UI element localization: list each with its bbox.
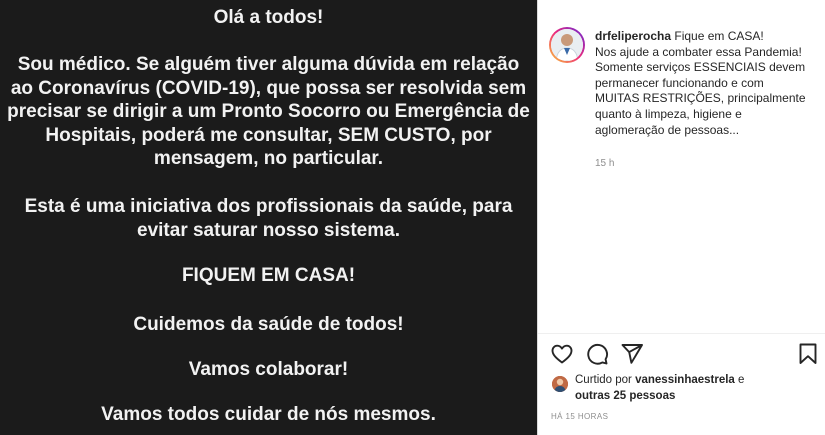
image-line: mensagem, no particular. [153,148,384,169]
avatar[interactable] [549,27,585,63]
divider [538,333,825,334]
caption-line: Somente serviços ESSENCIAIS devem [595,60,806,75]
post-image[interactable]: Olá a todos! Sou médico. Se alguém tiver… [0,0,537,435]
action-bar [538,340,825,370]
post-caption: drfeliperocha Fique em CASA! Nos ajude a… [595,29,819,138]
caption-line: permanecer funcionando e com [595,75,764,90]
comment-icon [587,343,608,365]
caption-line: quanto à limpeza, higiene e [595,106,742,121]
liker-username[interactable]: vanessinhaestrela [635,374,735,386]
image-line: evitar saturar nosso sistema. [137,219,400,241]
image-line: Esta é uma iniciativa dos profissionais … [24,196,513,217]
image-line: ao Coronavírus (COVID-19), que possa ser… [10,77,527,99]
image-care: Cuidemos da saúde de todos! [133,314,404,335]
liker-avatar[interactable] [552,376,568,392]
like-button[interactable] [548,340,576,368]
share-button[interactable] [618,340,646,368]
comment-button[interactable] [583,340,611,368]
likes-summary: Curtido por vanessinhaestrela e outras 2… [550,372,820,406]
caption-line: Fique em CASA! [674,29,764,43]
image-line: Sou médico. Se alguém tiver alguma dúvid… [17,54,520,75]
image-greeting: Olá a todos! [213,7,324,28]
image-paragraph-2: Esta é uma iniciativa dos profissionais … [0,195,537,242]
image-paragraph-1: Sou médico. Se alguém tiver alguma dúvid… [0,53,537,171]
image-line: precisar se dirigir a um Pronto Socorro … [7,101,530,122]
caption-line: MUITAS RESTRIÇÕES, principalmente [595,91,806,106]
save-button[interactable] [794,340,822,368]
heart-outline-icon [551,344,573,364]
image-collaborate: Vamos colaborar! [188,359,349,380]
author-username[interactable]: drfeliperocha [595,29,671,43]
image-ourselves: Vamos todos cuidar de nós mesmos. [101,404,436,425]
others-count-link[interactable]: outras 25 pessoas [575,390,675,402]
caption-timestamp[interactable]: 15 h [595,158,614,169]
likes-conjunction: e [738,374,745,386]
likes-text: Curtido por vanessinhaestrela e outras 2… [575,373,795,404]
caption-line: Nos ajude a combater essa Pandemia! [595,44,802,59]
post-sidebar: drfeliperocha Fique em CASA! Nos ajude a… [537,0,825,435]
image-line: Hospitais, poderá me consultar, SEM CUST… [45,124,492,146]
bookmark-icon [799,343,817,364]
paper-plane-icon [621,344,643,364]
caption-line: aglomeração de pessoas... [595,122,740,137]
doctor-avatar-image [551,29,583,61]
post-age[interactable]: HÁ 15 HORAS [551,412,608,421]
image-stay-home: FIQUEM EM CASA! [181,265,356,286]
likes-prefix: Curtido por [575,374,632,386]
